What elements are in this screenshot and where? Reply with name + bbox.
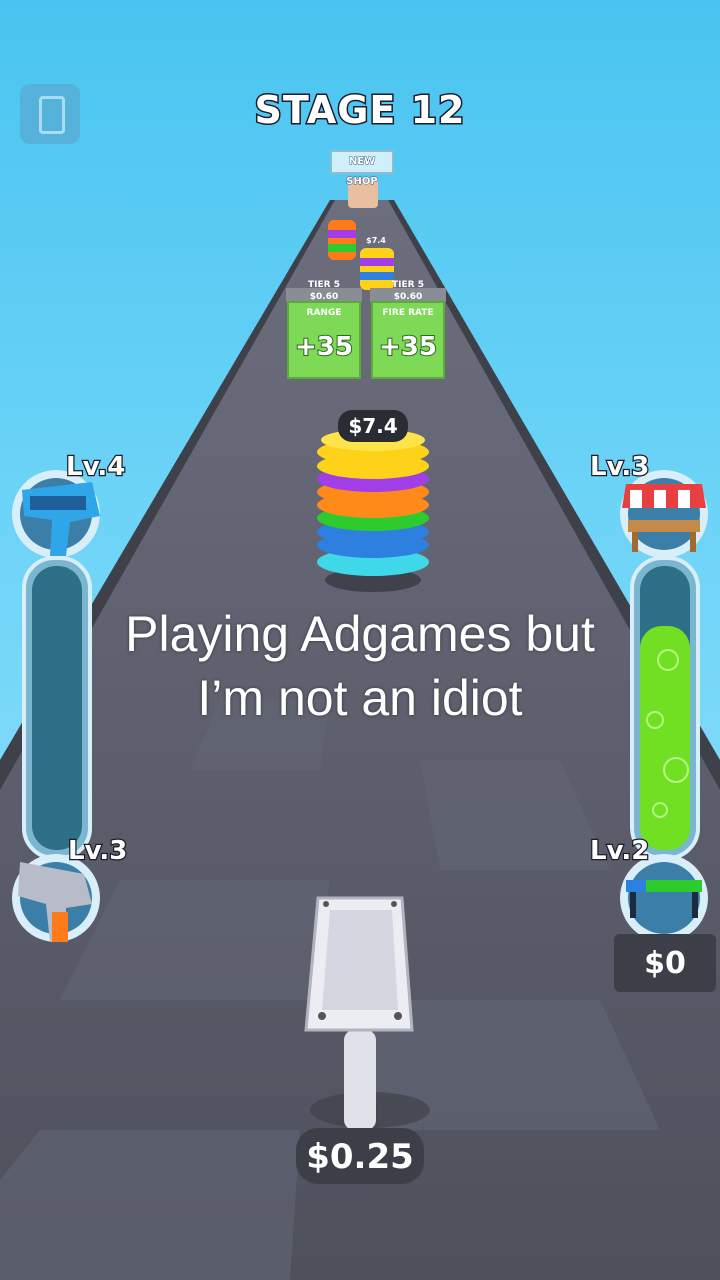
gate-range-tier: TIER 5 (308, 280, 340, 290)
gate-fire-rate-tier: TIER 5 (392, 280, 424, 290)
left-pistol-upgrade-button[interactable] (10, 854, 104, 948)
player-price: $0.25 (306, 1137, 414, 1177)
left-gun-upgrade-button[interactable] (10, 470, 104, 564)
gate-fire-rate-value: +35 (378, 331, 438, 363)
stage-title: STAGE 12 (253, 87, 466, 134)
video-caption: Playing Adgames but I’m not an idiot (0, 602, 720, 730)
gate-range-value: +35 (294, 331, 354, 363)
gate-fire-rate-name: FIRE RATE (382, 308, 434, 318)
money-counter: $0 (644, 946, 686, 981)
right-shop-upgrade-button[interactable] (618, 470, 712, 564)
gate-fire-rate-cost: $0.60 (393, 292, 423, 302)
caption-line-1: Playing Adgames but (125, 606, 595, 662)
new-shop-sign: NEW SHOP (330, 150, 394, 188)
gate-range-name: RANGE (306, 308, 342, 318)
stack-price: $7.4 (348, 414, 398, 438)
right-table-upgrade-button[interactable] (618, 854, 712, 948)
gate-range-cost: $0.60 (309, 292, 339, 302)
distant-stack-price: $7.4 (366, 236, 386, 245)
coin-stack (317, 429, 429, 592)
caption-line-2: I’m not an idiot (197, 670, 523, 726)
